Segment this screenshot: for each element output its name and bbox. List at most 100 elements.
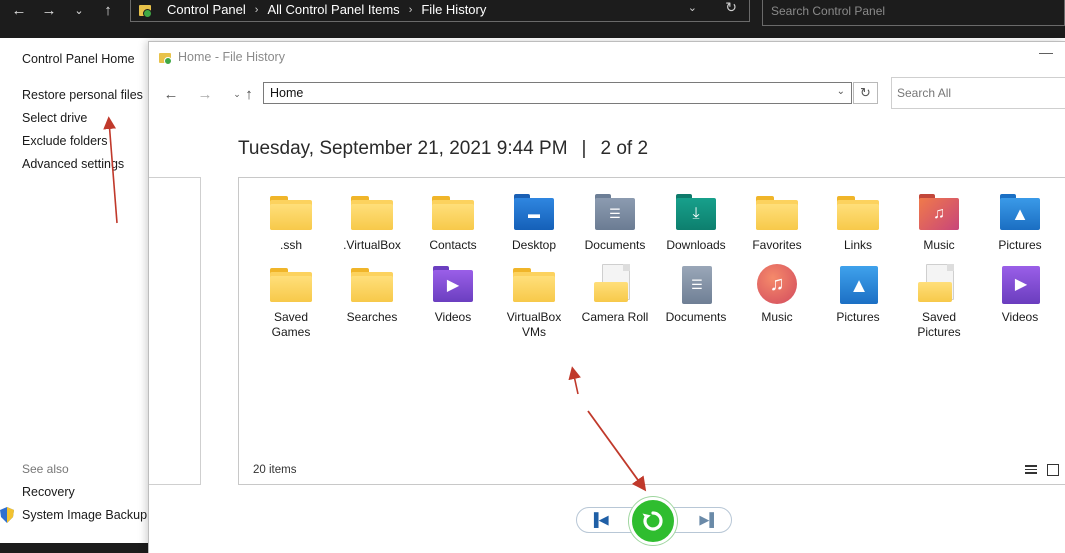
list-item[interactable]: Saved Pictures: [901, 264, 977, 340]
refresh-icon[interactable]: ↻: [853, 82, 878, 104]
list-item[interactable]: Links: [820, 192, 896, 253]
item-label: Camera Roll: [581, 310, 649, 324]
file-history-icon: [159, 51, 173, 65]
list-item[interactable]: VirtualBox VMs: [496, 264, 572, 340]
videos-folder-icon: ▶: [433, 266, 479, 306]
item-label: Searches: [346, 310, 398, 324]
list-item[interactable]: ▲ Pictures: [820, 264, 896, 325]
pictures-folder-icon: ▲: [1000, 194, 1046, 234]
breadcrumb-all-items[interactable]: All Control Panel Items: [267, 2, 399, 17]
restore-personal-files-link[interactable]: Restore personal files: [22, 88, 143, 102]
list-item[interactable]: Saved Games: [253, 264, 329, 340]
list-item[interactable]: ▲ Pictures: [982, 192, 1058, 253]
skip-previous-icon: ▐◀: [589, 512, 609, 527]
list-item[interactable]: ♫ Music: [739, 264, 815, 325]
large-icons-view-icon[interactable]: [1047, 464, 1059, 476]
control-panel-icon: [139, 3, 153, 18]
next-version-button[interactable]: ▶▌: [668, 507, 732, 533]
search-all-input[interactable]: Search All: [891, 77, 1065, 109]
folder-icon: [349, 192, 395, 232]
back-arrow-icon[interactable]: ←: [8, 0, 30, 20]
navigation-pane[interactable]: [149, 177, 201, 485]
folder-icon: [511, 264, 557, 304]
list-item[interactable]: ☰ Documents: [577, 192, 653, 253]
details-view-icon[interactable]: [1025, 465, 1037, 476]
item-label: Music: [923, 238, 955, 252]
breadcrumb-chevron-icon[interactable]: ›: [409, 4, 413, 16]
skip-next-icon: ▶▌: [699, 512, 719, 527]
forward-arrow-icon[interactable]: →: [38, 0, 60, 20]
restore-button[interactable]: [629, 497, 677, 545]
music-folder-icon: ♫: [919, 194, 965, 234]
folder-icon: [268, 264, 314, 304]
item-label: Contacts: [429, 238, 477, 252]
recovery-link[interactable]: Recovery: [22, 485, 75, 499]
list-item[interactable]: Contacts: [415, 192, 491, 253]
item-label: Downloads: [666, 238, 726, 252]
breadcrumb-file-history[interactable]: File History: [421, 2, 486, 17]
minimize-icon[interactable]: —: [1035, 44, 1057, 60]
window-title: Home - File History: [178, 50, 285, 64]
folder-icon: [835, 192, 881, 232]
list-item[interactable]: .VirtualBox: [334, 192, 410, 253]
item-label: Pictures: [836, 310, 880, 324]
item-label: Videos: [434, 310, 472, 324]
file-history-titlebar[interactable]: Home - File History —: [149, 42, 1065, 74]
up-arrow-icon[interactable]: ↑: [239, 86, 259, 103]
list-item[interactable]: ▶ Videos: [415, 264, 491, 325]
backup-heading: Tuesday, September 21, 2021 9:44 PM | 2 of…: [238, 138, 648, 160]
documents-library-icon: ☰: [676, 266, 722, 306]
file-history-address-bar[interactable]: Home ⌄: [263, 82, 852, 104]
taskbar-strip: [0, 543, 148, 553]
item-label: VirtualBox VMs: [506, 310, 562, 339]
item-label: Desktop: [511, 238, 557, 252]
control-panel-search-input[interactable]: Search Control Panel: [762, 0, 1065, 26]
list-item[interactable]: .ssh: [253, 192, 329, 253]
folder-icon: [349, 264, 395, 304]
address-dropdown-icon[interactable]: ⌄: [837, 86, 845, 97]
list-item[interactable]: Favorites: [739, 192, 815, 253]
item-label: Saved Pictures: [917, 310, 961, 339]
up-arrow-icon[interactable]: ↑: [97, 0, 119, 20]
list-item[interactable]: Camera Roll: [577, 264, 653, 325]
breadcrumb-chevron-icon[interactable]: ›: [255, 4, 259, 16]
list-item[interactable]: Searches: [334, 264, 410, 325]
address-dropdown-icon[interactable]: ⌄: [688, 1, 697, 14]
recent-locations-icon[interactable]: ⌄: [68, 0, 90, 20]
folder-icon: [430, 192, 476, 232]
item-label: Music: [761, 310, 793, 324]
item-label: .ssh: [279, 238, 302, 252]
control-panel-home-link[interactable]: Control Panel Home: [22, 52, 135, 66]
downloads-folder-icon: ⤓: [676, 194, 722, 234]
library-folder-icon: [592, 264, 638, 304]
documents-folder-icon: ☰: [595, 194, 641, 234]
exclude-folders-link[interactable]: Exclude folders: [22, 134, 107, 148]
pictures-library-icon: ▲: [838, 266, 884, 306]
file-history-toolbar: ← → ⌄ ↑ Home ⌄ ↻ Search All: [149, 77, 1065, 110]
list-item[interactable]: ▬ Desktop: [496, 192, 572, 253]
select-drive-link[interactable]: Select drive: [22, 111, 87, 125]
backup-items-view[interactable]: .ssh .VirtualBox Contacts ▬ Desktop ☰ Do…: [238, 177, 1065, 485]
item-label: .VirtualBox: [343, 238, 401, 252]
list-item[interactable]: ♫ Music: [901, 192, 977, 253]
system-image-backup-link[interactable]: System Image Backup: [22, 508, 147, 522]
control-panel-sidebar: Control Panel Home Restore personal file…: [0, 38, 148, 553]
library-folder-icon: [916, 264, 962, 304]
version-counter: 2 of 2: [600, 138, 649, 159]
music-library-icon: ♫: [754, 264, 800, 304]
list-item[interactable]: ▶ Videos: [982, 264, 1058, 325]
backup-date: Tuesday, September 21, 2021 9:44 PM: [238, 138, 568, 159]
list-item[interactable]: ☰ Documents: [658, 264, 734, 325]
list-item[interactable]: ⤓ Downloads: [658, 192, 734, 253]
back-arrow-icon[interactable]: ←: [161, 86, 181, 103]
forward-arrow-icon[interactable]: →: [195, 86, 215, 103]
see-also-heading: See also: [22, 462, 69, 476]
breadcrumb-control-panel[interactable]: Control Panel: [167, 2, 246, 17]
advanced-settings-link[interactable]: Advanced settings: [22, 157, 124, 171]
refresh-icon[interactable]: ↻: [725, 0, 737, 16]
address-text: Home: [270, 86, 304, 100]
folder-icon: [268, 192, 314, 232]
control-panel-address-bar[interactable]: Control Panel › All Control Panel Items …: [130, 0, 750, 22]
item-label: Videos: [1001, 310, 1039, 324]
restore-icon: [642, 511, 663, 531]
